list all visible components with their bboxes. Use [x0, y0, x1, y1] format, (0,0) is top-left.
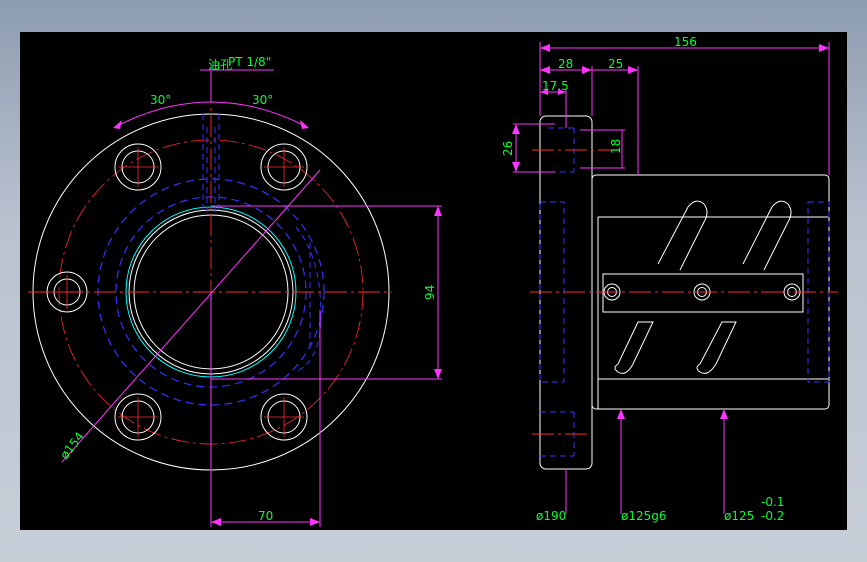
- angle-right-label: 30°: [252, 93, 273, 107]
- dim-17-5-label: 17.5: [542, 79, 569, 93]
- dim-94: [211, 205, 442, 380]
- offset-25-label: 25: [608, 57, 623, 71]
- total-length-label: 156: [674, 35, 697, 49]
- cad-drawing-canvas: 油孔 PT 1/8" 30° 30° ø154 94 70 156 28 25 …: [20, 32, 847, 530]
- side-dimensions: [512, 42, 830, 514]
- tol-lower-label: -0.2: [761, 509, 784, 523]
- thread-label: PT 1/8": [228, 55, 271, 69]
- flange-profile: [539, 115, 593, 470]
- side-centerlines: [530, 149, 838, 435]
- hidden-return-tube: [295, 226, 322, 373]
- diameter-label: ø154: [57, 429, 87, 461]
- front-centerlines: [28, 82, 392, 472]
- dim-70: [210, 292, 321, 527]
- flange-dia-label: ø190: [536, 509, 566, 523]
- width-dim-label: 70: [258, 509, 273, 523]
- tol-upper-label: -0.1: [761, 495, 784, 509]
- front-view: 油孔 PT 1/8" 30° 30° ø154 94 70: [28, 55, 442, 527]
- retainer-plate: [602, 273, 804, 313]
- angle-left-label: 30°: [150, 93, 171, 107]
- side-view: 156 28 25 17.5 26 18 ø190 ø125g6 ø125 -0…: [501, 35, 838, 523]
- dim-18-label: 18: [609, 139, 623, 154]
- body-dia2-label: ø125: [724, 509, 754, 523]
- ball-nut-flange-drawing: 油孔 PT 1/8" 30° 30° ø154 94 70 156 28 25 …: [28, 35, 838, 527]
- body-dia-label: ø125g6: [621, 509, 667, 523]
- flange-width-label: 28: [558, 57, 573, 71]
- dim-26-label: 26: [501, 141, 515, 156]
- height-dim-label: 94: [423, 285, 437, 300]
